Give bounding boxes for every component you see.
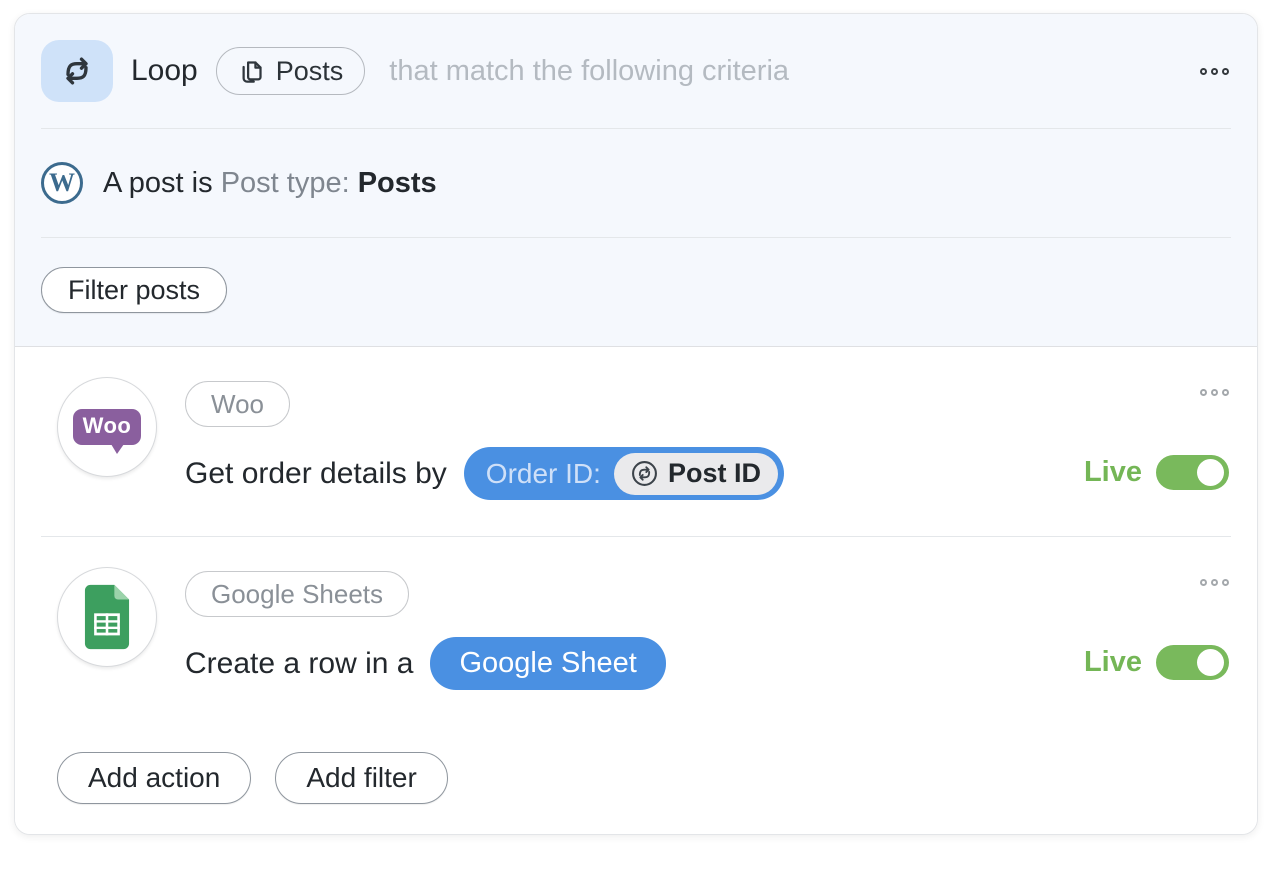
loop-circle-icon bbox=[631, 460, 658, 487]
live-label: Live bbox=[1084, 646, 1142, 679]
integration-chip-google-sheets: Google Sheets bbox=[185, 571, 409, 617]
integration-chip-woo: Woo bbox=[185, 381, 290, 427]
action-sentence-text: Create a row in a bbox=[185, 647, 413, 681]
token-value-pill: Post ID bbox=[614, 453, 778, 495]
wordpress-icon: W bbox=[41, 162, 83, 204]
loop-items-chip[interactable]: Posts bbox=[216, 47, 366, 95]
action-sentence: Create a row in a Google Sheet bbox=[185, 637, 1056, 690]
toggle-knob bbox=[1197, 459, 1224, 486]
woo-logo-text: Woo bbox=[83, 413, 132, 438]
loop-repeat-icon bbox=[59, 53, 95, 89]
loop-trigger-row: W A post is Post type: Posts bbox=[15, 129, 1257, 237]
action-side: Live bbox=[1084, 567, 1229, 690]
trigger-sentence[interactable]: A post is Post type: Posts bbox=[103, 167, 437, 200]
live-label: Live bbox=[1084, 456, 1142, 489]
trigger-field-value: Posts bbox=[358, 167, 437, 199]
add-filter-button[interactable]: Add filter bbox=[275, 752, 448, 804]
action-main: Woo Get order details by Order ID: Post … bbox=[185, 377, 1056, 500]
action-menu-button[interactable] bbox=[1200, 389, 1229, 396]
filter-row: Filter posts bbox=[15, 238, 1257, 346]
trigger-prefix: A post is bbox=[103, 167, 213, 199]
footer-buttons: Add action Add filter bbox=[15, 726, 1257, 834]
woocommerce-icon: Woo bbox=[57, 377, 157, 477]
copy-pages-icon bbox=[238, 58, 265, 85]
action-side: Live bbox=[1084, 377, 1229, 500]
loop-menu-button[interactable] bbox=[1200, 68, 1229, 75]
live-status: Live bbox=[1084, 455, 1229, 490]
live-status: Live bbox=[1084, 645, 1229, 680]
toggle-knob bbox=[1197, 649, 1224, 676]
filter-posts-button[interactable]: Filter posts bbox=[41, 267, 227, 313]
token-label: Order ID: bbox=[486, 458, 601, 490]
action-menu-button[interactable] bbox=[1200, 579, 1229, 586]
loop-section: Loop Posts that match the following crit… bbox=[15, 14, 1257, 347]
loop-title: Loop bbox=[131, 54, 198, 88]
action-main: Google Sheets Create a row in a Google S… bbox=[185, 567, 1056, 690]
automation-loop-card: Loop Posts that match the following crit… bbox=[14, 13, 1258, 835]
action-sentence: Get order details by Order ID: Post ID bbox=[185, 447, 1056, 500]
token-value: Post ID bbox=[668, 458, 761, 489]
woo-logo-bubble: Woo bbox=[73, 409, 142, 445]
loop-items-chip-label: Posts bbox=[276, 56, 344, 87]
google-sheets-icon bbox=[57, 567, 157, 667]
google-sheets-logo bbox=[81, 583, 133, 651]
order-id-token[interactable]: Order ID: Post ID bbox=[464, 447, 784, 500]
action-row-woo: Woo Woo Get order details by Order ID: bbox=[15, 347, 1257, 536]
add-action-button[interactable]: Add action bbox=[57, 752, 251, 804]
live-toggle[interactable] bbox=[1156, 645, 1229, 680]
live-toggle[interactable] bbox=[1156, 455, 1229, 490]
loop-criteria-placeholder: that match the following criteria bbox=[389, 55, 789, 88]
wordpress-monogram: W bbox=[49, 170, 75, 196]
trigger-field-label: Post type: bbox=[221, 167, 350, 199]
loop-icon bbox=[41, 40, 113, 102]
action-sentence-text: Get order details by bbox=[185, 457, 447, 491]
google-sheet-button[interactable]: Google Sheet bbox=[430, 637, 665, 690]
loop-header: Loop Posts that match the following crit… bbox=[15, 14, 1257, 128]
action-row-google-sheets: Google Sheets Create a row in a Google S… bbox=[15, 537, 1257, 726]
